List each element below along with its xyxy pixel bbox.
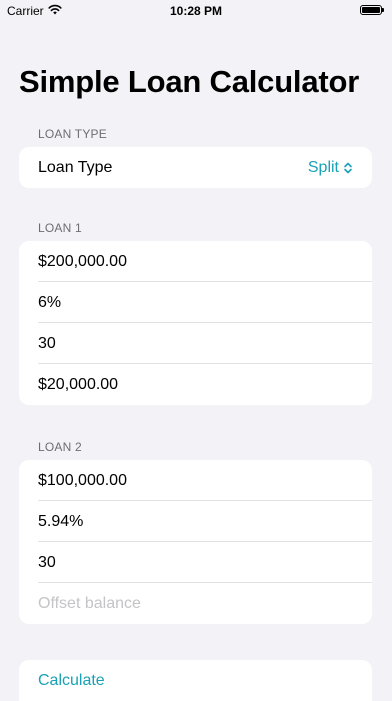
loan1-amount-value: $200,000.00 [38,252,127,270]
loan1-offset-field[interactable]: $20,000.00 [19,364,372,405]
loan2-term-value: 30 [38,553,56,571]
loan-type-picker[interactable]: Split [308,159,353,177]
loan2-rate-field[interactable]: 5.94% [19,501,372,542]
battery-icon [360,5,384,15]
loan2-amount-field[interactable]: $100,000.00 [19,460,372,501]
loan-type-picker-row[interactable]: Loan Type Split [19,147,372,188]
status-time: 10:28 PM [169,4,223,18]
loan1-rate-field[interactable]: 6% [19,282,372,323]
loan2-rate-value: 5.94% [38,512,84,530]
loan1-term-value: 30 [38,334,56,352]
loan2-section-header: LOAN 2 [38,440,82,454]
loan2-offset-field[interactable]: Offset balance [19,583,372,624]
calculate-label: Calculate [38,671,105,689]
loan2-term-field[interactable]: 30 [19,542,372,583]
loan-type-label: Loan Type [38,158,113,176]
loan2-amount-value: $100,000.00 [38,471,127,489]
loan1-section-header: LOAN 1 [38,221,82,235]
loan2-group: $100,000.00 5.94% 30 Offset balance [19,460,372,624]
loan1-amount-field[interactable]: $200,000.00 [19,241,372,282]
loan-type-section-header: LOAN TYPE [38,127,107,141]
status-right [360,5,384,15]
calculate-group: Calculate [19,660,372,701]
page-title: Simple Loan Calculator [19,64,360,99]
chevron-up-down-icon [343,161,353,175]
loan1-term-field[interactable]: 30 [19,323,372,364]
loan-type-group: Loan Type Split [19,147,372,188]
loan-type-value: Split [307,158,339,176]
loan1-offset-value: $20,000.00 [38,375,119,393]
loan2-offset-placeholder: Offset balance [38,594,141,612]
loan1-group: $200,000.00 6% 30 $20,000.00 [19,241,372,405]
calculate-button[interactable]: Calculate [19,660,372,701]
status-bar: Carrier 10:28 PM [0,0,392,22]
loan1-rate-value: 6% [38,293,62,311]
